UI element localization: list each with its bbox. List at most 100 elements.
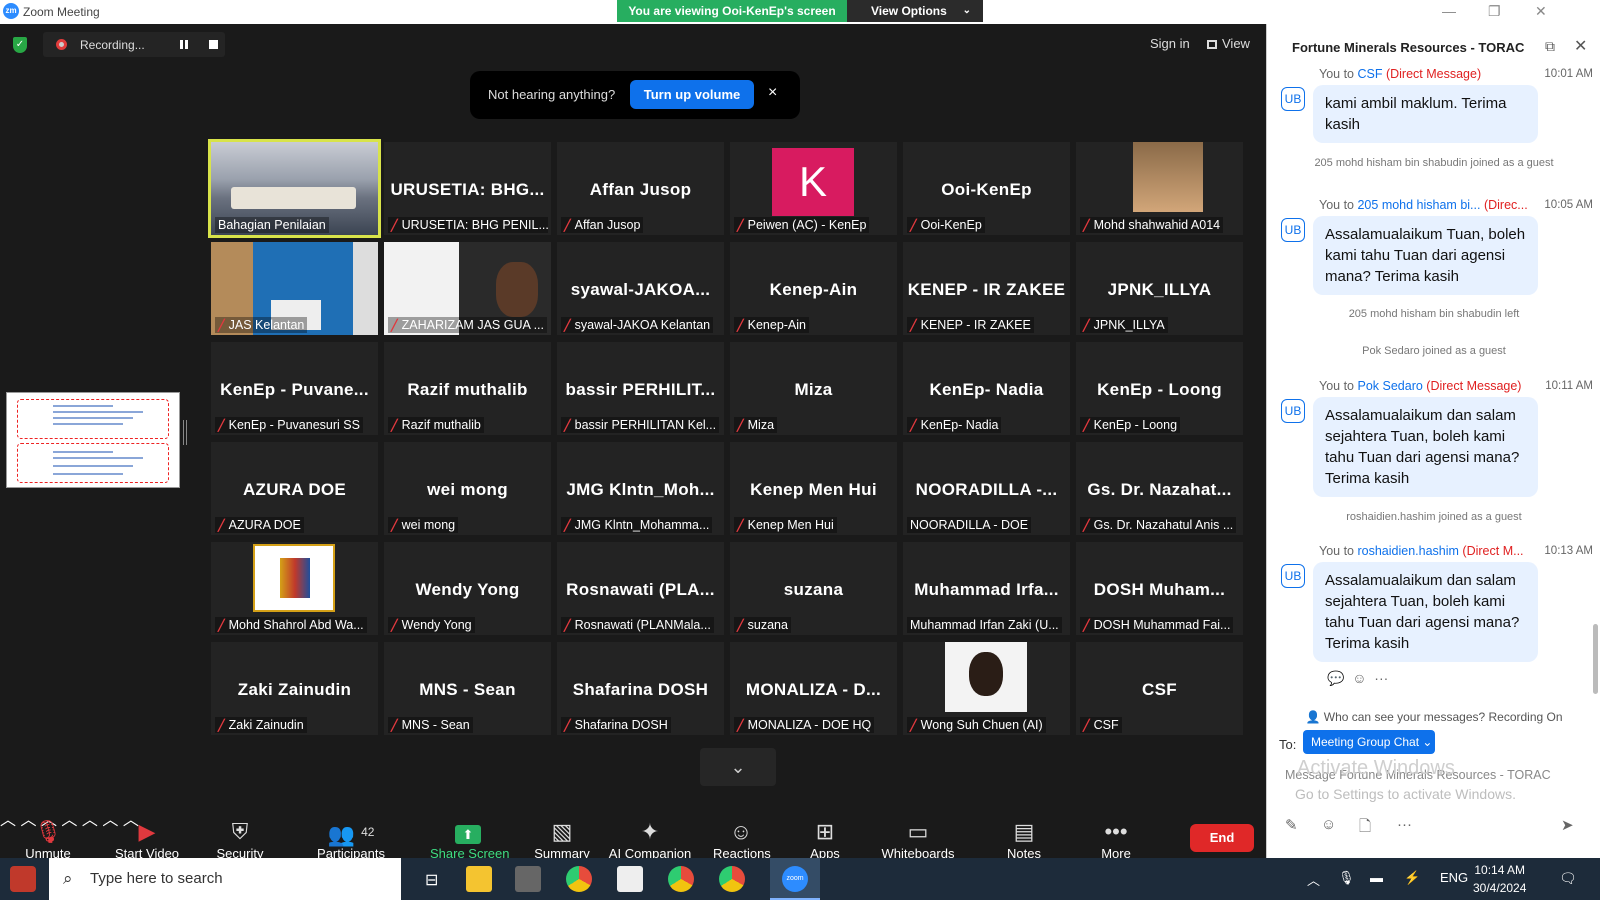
clock[interactable]: 10:14 AM 30/4/2024 xyxy=(1473,861,1526,897)
participant-tile[interactable]: Razif muthalib ╱ Razif muthalib xyxy=(384,342,551,435)
add-reaction-icon[interactable]: ☺ xyxy=(1352,670,1366,686)
sign-in-link[interactable]: Sign in xyxy=(1150,36,1190,51)
minimize-icon[interactable]: — xyxy=(1442,3,1456,19)
who-can-see-notice[interactable]: 👤 Who can see your messages? Recording O… xyxy=(1267,710,1600,724)
participant-tile[interactable]: Kenep Men Hui ╱ Kenep Men Hui xyxy=(730,442,897,535)
audio-options-caret-icon[interactable]: ︿ xyxy=(0,812,16,829)
participant-tile[interactable]: Bahagian Penilaian xyxy=(208,139,381,238)
chat-scrollbar[interactable] xyxy=(1593,624,1598,694)
popout-icon[interactable]: ⧉ xyxy=(1545,38,1555,55)
participant-tile[interactable]: wei mong ╱ wei mong xyxy=(384,442,551,535)
summary-button[interactable]: ▧ Summary xyxy=(532,818,592,861)
security-button[interactable]: ⛨ Security xyxy=(214,818,266,861)
participant-tile[interactable]: KenEp- Nadia ╱ KenEp- Nadia xyxy=(903,342,1070,435)
participant-tile[interactable]: AZURA DOE ╱ AZURA DOE xyxy=(211,442,378,535)
message-recipient[interactable]: roshaidien.hashim xyxy=(1357,544,1458,558)
participant-tile[interactable]: URUSETIA: BHG... ╱ URUSETIA: BHG PENIL... xyxy=(384,142,551,235)
restore-icon[interactable]: ❐ xyxy=(1488,3,1501,20)
pause-recording-icon[interactable] xyxy=(180,40,188,49)
participant-tile[interactable]: JMG Klntn_Moh... ╱ JMG Klntn_Mohamma... xyxy=(557,442,724,535)
apps-button[interactable]: ⊞ Apps xyxy=(808,818,842,861)
send-icon[interactable]: ➤ xyxy=(1561,816,1574,834)
store-icon[interactable] xyxy=(515,866,541,892)
mic-tray-icon[interactable]: 🎙 xyxy=(1338,870,1355,886)
participant-tile[interactable]: Ooi-KenEp ╱ Ooi-KenEp xyxy=(903,142,1070,235)
shared-screen-thumbnail[interactable] xyxy=(6,392,180,488)
participant-tile[interactable]: Rosnawati (PLA... ╱ Rosnawati (PLANMala... xyxy=(557,542,724,635)
chrome-icon[interactable] xyxy=(566,866,592,892)
language-indicator[interactable]: ENG xyxy=(1440,870,1468,885)
more-button[interactable]: ••• More xyxy=(1098,818,1134,861)
network-icon[interactable]: ⚡ xyxy=(1404,870,1420,886)
recipient-dropdown[interactable]: Meeting Group Chat ⌄ xyxy=(1303,730,1435,754)
file-explorer-icon[interactable] xyxy=(466,866,492,892)
turn-up-volume-button[interactable]: Turn up volume xyxy=(630,80,754,109)
more-actions-icon[interactable]: ··· xyxy=(1374,670,1388,686)
participant-tile[interactable]: suzana ╱ suzana xyxy=(730,542,897,635)
end-button[interactable]: End xyxy=(1190,824,1254,852)
notifications-icon[interactable]: 🗨 xyxy=(1559,870,1577,887)
notes-button[interactable]: ▤ Notes xyxy=(1004,818,1044,861)
participant-tile[interactable]: syawal-JAKOA... ╱ syawal-JAKOA Kelantan xyxy=(557,242,724,335)
participant-tile[interactable]: DOSH Muham... ╱ DOSH Muhammad Fai... xyxy=(1076,542,1243,635)
participant-tile[interactable]: CSF ╱ CSF xyxy=(1076,642,1243,735)
reply-icon[interactable]: 💬 xyxy=(1327,670,1344,686)
message-recipient[interactable]: Pok Sedaro xyxy=(1357,379,1422,393)
next-page-chevron-icon[interactable]: ⌄ xyxy=(700,748,776,786)
close-window-icon[interactable]: ✕ xyxy=(1535,3,1547,20)
participant-tile[interactable]: MONALIZA - D... ╱ MONALIZA - DOE HQ xyxy=(730,642,897,735)
mail-icon[interactable] xyxy=(617,866,643,892)
participant-tile[interactable]: KENEP - IR ZAKEE ╱ KENEP - IR ZAKEE xyxy=(903,242,1070,335)
ai-companion-button[interactable]: ✦ AI Companion xyxy=(608,818,692,861)
share-screen-button[interactable]: ⬆ Share Screen xyxy=(430,818,510,861)
attach-file-icon[interactable]: 🗋 xyxy=(1359,816,1371,841)
whiteboards-button[interactable]: ▭ Whiteboards xyxy=(880,818,956,861)
participant-tile[interactable]: Miza ╱ Miza xyxy=(730,342,897,435)
participant-tile[interactable]: Gs. Dr. Nazahat... ╱ Gs. Dr. Nazahatul Ani… xyxy=(1076,442,1243,535)
participant-tile[interactable]: Wendy Yong ╱ Wendy Yong xyxy=(384,542,551,635)
chrome-profile-2-icon[interactable] xyxy=(719,866,745,892)
participant-tile[interactable]: ╱ ZAHARIZAM JAS GUA ... xyxy=(384,242,551,335)
participant-tile[interactable]: Kenep-Ain ╱ Kenep-Ain xyxy=(730,242,897,335)
task-view-icon[interactable]: ⊟ xyxy=(425,870,438,890)
start-video-button[interactable]: ▶ Start Video xyxy=(110,818,184,861)
resize-handle[interactable] xyxy=(183,420,187,445)
zoom-taskbar-item[interactable]: zoom xyxy=(770,858,820,900)
close-notice-icon[interactable]: × xyxy=(768,84,777,102)
start-logo-icon[interactable] xyxy=(10,866,36,892)
participant-tile[interactable]: JPNK_ILLYA ╱ JPNK_ILLYA xyxy=(1076,242,1243,335)
message-recipient[interactable]: 205 mohd hisham bi... xyxy=(1357,198,1480,212)
chrome-profile-icon[interactable] xyxy=(668,866,694,892)
participant-tile[interactable]: MNS - Sean ╱ MNS - Sean xyxy=(384,642,551,735)
participant-tile[interactable]: K ╱ Peiwen (AC) - KenEp xyxy=(730,142,897,235)
emoji-picker-icon[interactable]: ☺ xyxy=(1321,816,1336,833)
battery-icon[interactable]: ▬ xyxy=(1370,870,1383,885)
participant-tile[interactable]: NOORADILLA -... NOORADILLA - DOE xyxy=(903,442,1070,535)
summary-icon: ▧ xyxy=(551,819,573,844)
shield-icon[interactable]: ✓ xyxy=(13,37,27,53)
participant-tile[interactable]: Affan Jusop ╱ Affan Jusop xyxy=(557,142,724,235)
participant-tile[interactable]: Shafarina DOSH ╱ Shafarina DOSH xyxy=(557,642,724,735)
view-options-button[interactable]: View Options ⌄ xyxy=(847,0,983,22)
tray-chevron-icon[interactable]: ︿ xyxy=(1307,870,1320,889)
participant-tile[interactable]: bassir PERHILIT... ╱ bassir PERHILITAN Kel… xyxy=(557,342,724,435)
more-options-icon[interactable]: ··· xyxy=(1397,816,1412,833)
participant-tile[interactable]: ╱ JAS Kelantan xyxy=(211,242,378,335)
participant-tile[interactable]: Muhammad Irfa... Muhammad Irfan Zaki (U..… xyxy=(903,542,1070,635)
taskbar-search[interactable]: ⌕ Type here to search xyxy=(49,858,401,900)
participant-tile[interactable]: ╱ Wong Suh Chuen (AI) xyxy=(903,642,1070,735)
apps-caret-icon[interactable]: ︿ xyxy=(82,812,98,829)
format-text-icon[interactable]: ✎ xyxy=(1285,816,1298,834)
participant-tile[interactable]: Zaki Zainudin ╱ Zaki Zainudin xyxy=(211,642,378,735)
participants-button[interactable]: 👥 42 Participants xyxy=(313,818,389,861)
close-chat-icon[interactable]: ✕ xyxy=(1574,36,1587,56)
stop-recording-icon[interactable] xyxy=(209,40,218,49)
view-button[interactable]: View xyxy=(1207,36,1250,51)
reactions-button[interactable]: ☺ Reactions xyxy=(713,818,771,861)
participant-tile[interactable]: ╱ Mohd Shahrol Abd Wa... xyxy=(211,542,378,635)
message-recipient[interactable]: CSF xyxy=(1357,67,1382,81)
participant-tile[interactable]: ╱ Mohd shahwahid A014 xyxy=(1076,142,1243,235)
unmute-button[interactable]: 🎙 Unmute xyxy=(22,818,74,861)
participant-tile[interactable]: KenEp - Puvane... ╱ KenEp - Puvanesuri SS xyxy=(211,342,378,435)
participant-tile[interactable]: KenEp - Loong ╱ KenEp - Loong xyxy=(1076,342,1243,435)
